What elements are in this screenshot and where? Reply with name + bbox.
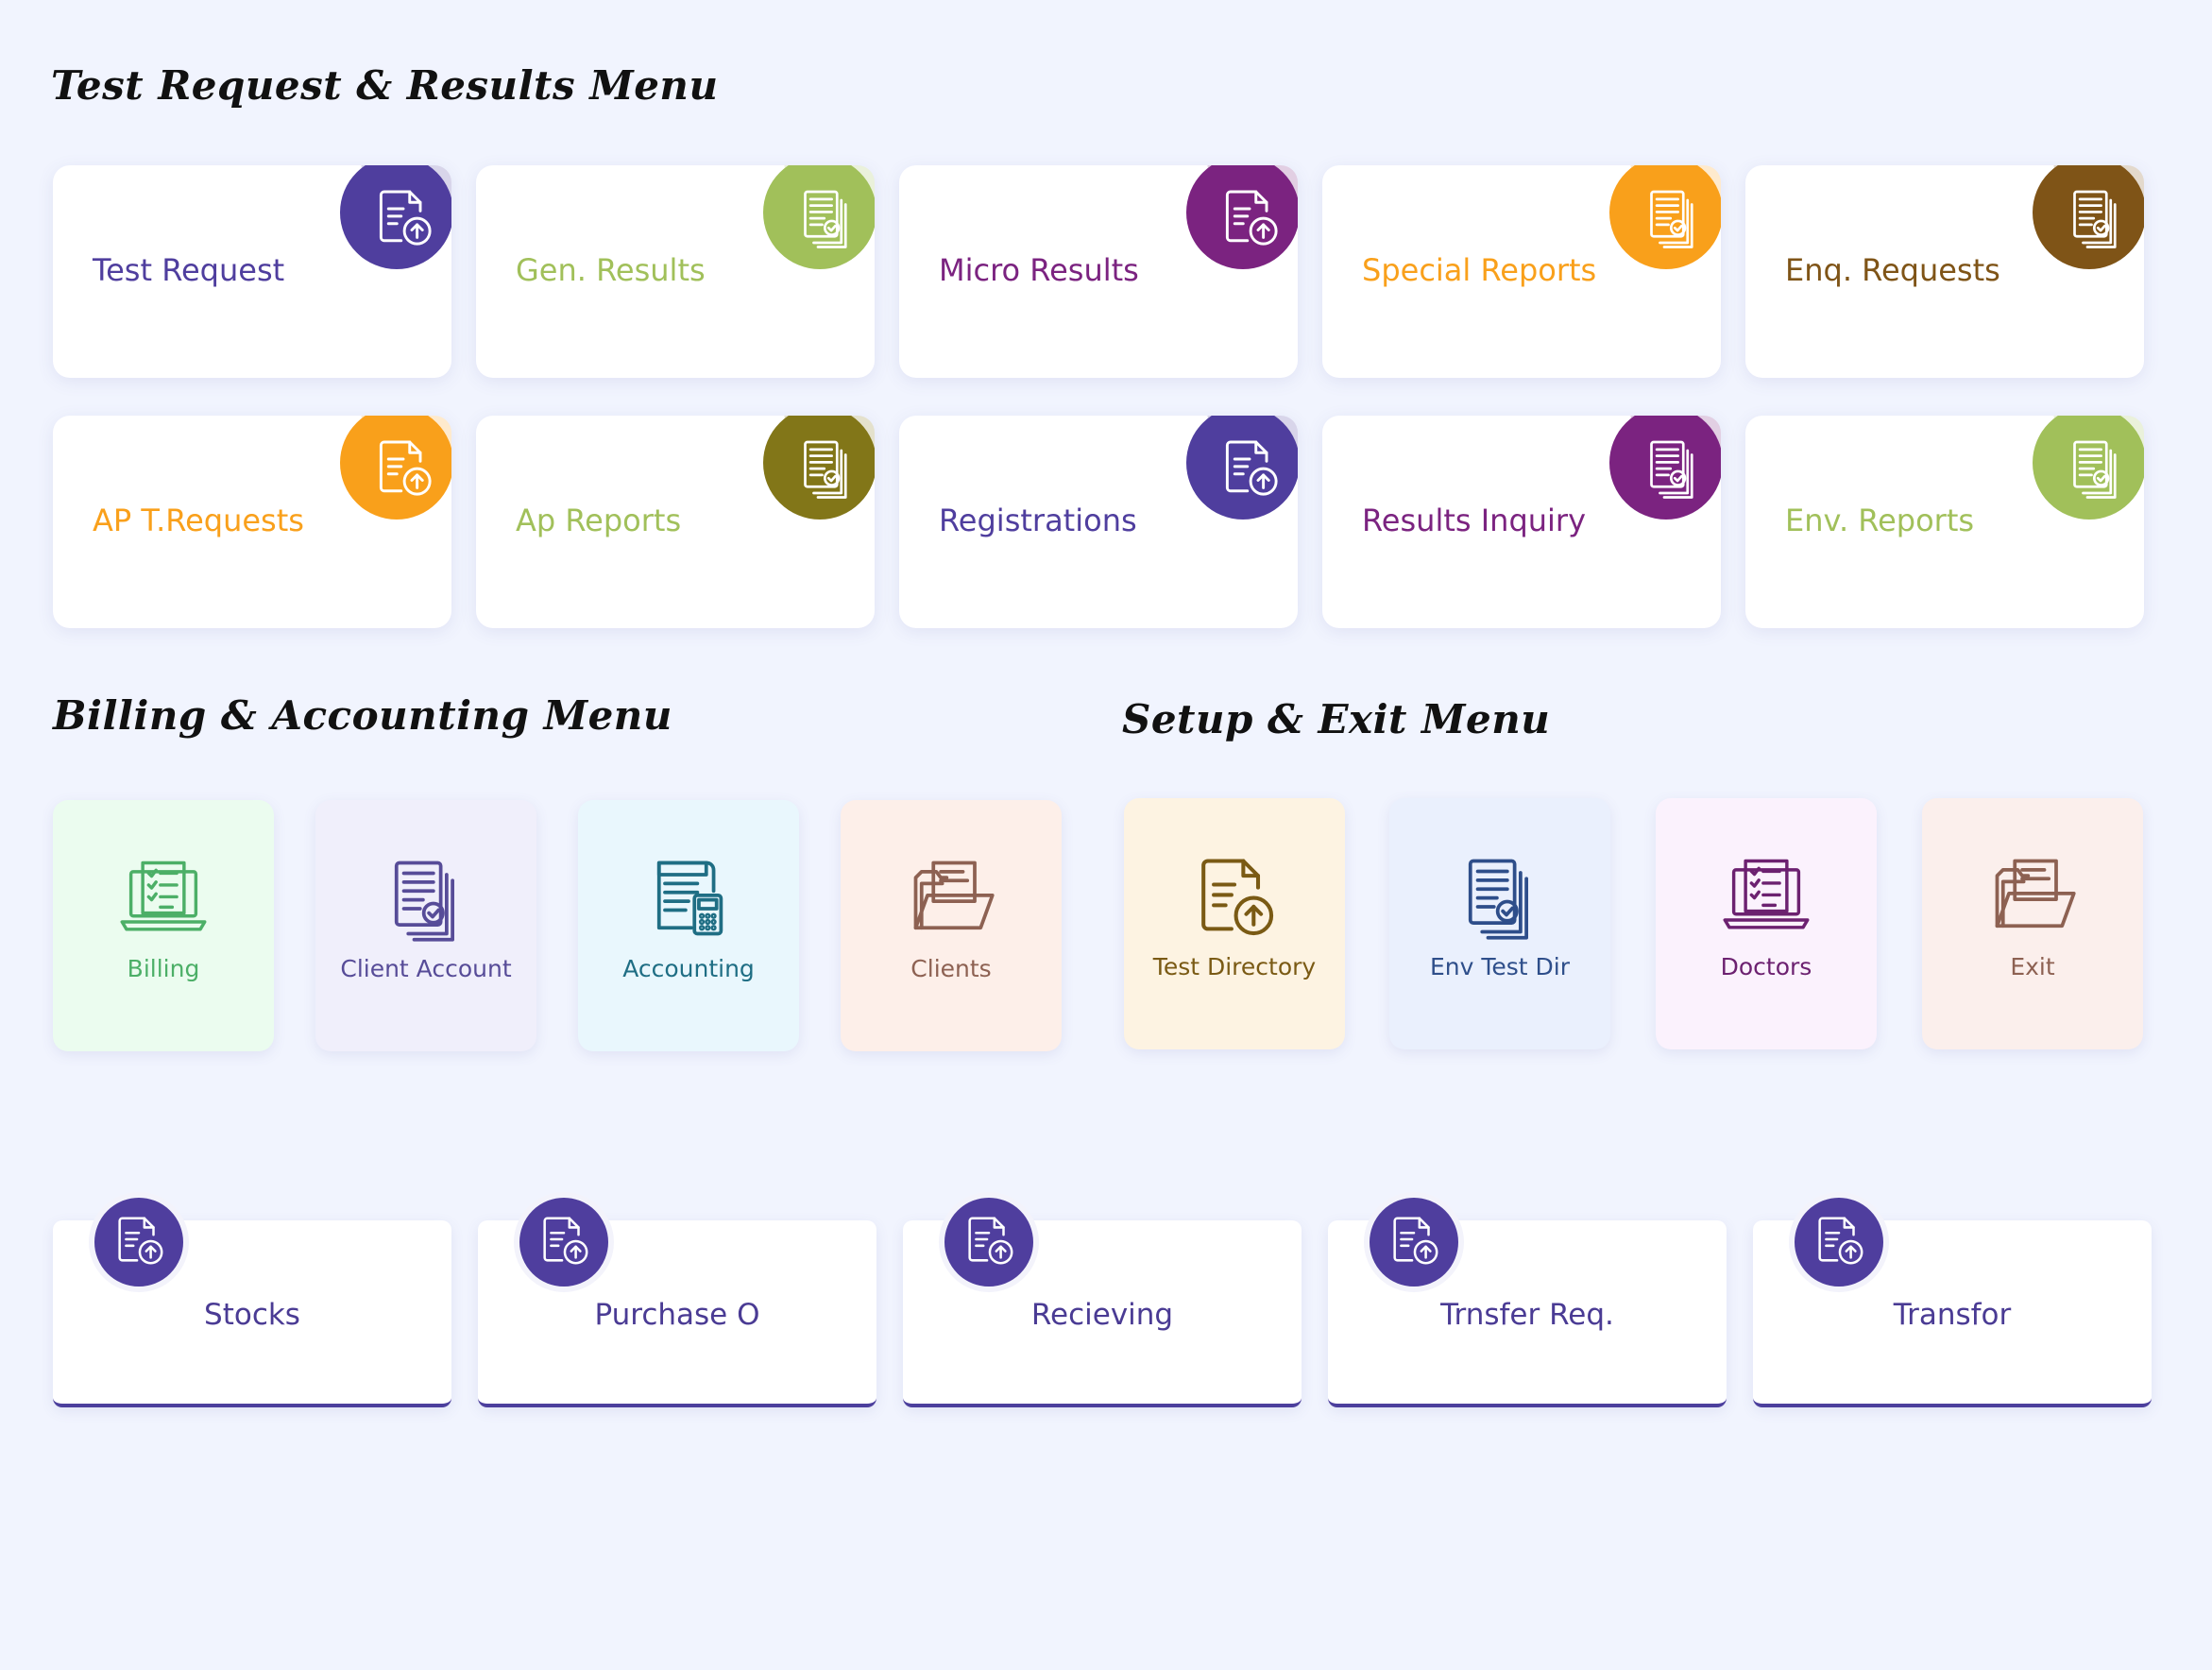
- documents-check-icon: [2062, 183, 2130, 255]
- menu-card-enq-requests[interactable]: Enq. Requests: [1745, 165, 2144, 378]
- inventory-card-recieving[interactable]: Recieving: [903, 1192, 1302, 1407]
- card-icon-circle: [2033, 416, 2144, 520]
- tile-label: Accounting: [622, 955, 755, 982]
- documents-check-icon: [1443, 840, 1557, 953]
- tile-label: Clients: [910, 955, 992, 982]
- card-icon-circle: [1186, 165, 1298, 269]
- document-upload-icon: [369, 434, 437, 505]
- test-menu-title: Test Request & Results Menu: [51, 62, 719, 109]
- inventory-card-trnsfer-req[interactable]: Trnsfer Req.: [1328, 1192, 1727, 1407]
- open-folder-icon: [894, 842, 1008, 955]
- document-upload-icon: [535, 1211, 593, 1273]
- inventory-card-label: Stocks: [204, 1298, 300, 1332]
- billing-tile-client-account[interactable]: Client Account: [315, 800, 536, 1051]
- card-icon-circle: [340, 165, 451, 269]
- inventory-card-transfor[interactable]: Transfor: [1753, 1192, 2152, 1407]
- inventory-card-label: Purchase O: [594, 1298, 760, 1332]
- setup-tile-exit[interactable]: Exit: [1922, 798, 2143, 1049]
- menu-card-label: Env. Reports: [1785, 503, 1975, 538]
- document-upload-icon: [1385, 1211, 1443, 1273]
- tile-label: Billing: [127, 955, 200, 982]
- menu-card-ap-reports[interactable]: Ap Reports: [476, 416, 875, 628]
- card-icon-circle: [763, 165, 875, 269]
- card-icon-circle: [1609, 416, 1721, 520]
- menu-card-ap-t-requests[interactable]: AP T.Requests: [53, 416, 451, 628]
- menu-card-special-reports[interactable]: Special Reports: [1322, 165, 1721, 378]
- document-upload-icon: [1216, 434, 1284, 505]
- documents-check-icon: [1639, 434, 1707, 505]
- inventory-badge: [514, 1192, 614, 1292]
- inventory-badge: [89, 1192, 189, 1292]
- menu-card-label: Results Inquiry: [1362, 503, 1587, 538]
- menu-card-label: Ap Reports: [516, 503, 682, 538]
- inventory-card-purchase-o[interactable]: Purchase O: [478, 1192, 876, 1407]
- document-upload-icon: [1178, 840, 1291, 953]
- menu-card-gen-results[interactable]: Gen. Results: [476, 165, 875, 378]
- menu-card-label: Micro Results: [939, 252, 1139, 288]
- menu-card-registrations[interactable]: Registrations: [899, 416, 1298, 628]
- laptop-checklist-icon: [1710, 840, 1823, 953]
- setup-tile-env-test-dir[interactable]: Env Test Dir: [1389, 798, 1610, 1049]
- menu-card-test-request[interactable]: Test Request: [53, 165, 451, 378]
- tile-label: Test Directory: [1152, 953, 1317, 980]
- document-upload-icon: [110, 1211, 168, 1273]
- documents-check-icon: [2062, 434, 2130, 505]
- card-icon-circle: [763, 416, 875, 520]
- inventory-card-label: Trnsfer Req.: [1440, 1298, 1614, 1332]
- menu-card-label: AP T.Requests: [93, 503, 304, 538]
- menu-card-label: Test Request: [93, 252, 285, 288]
- tile-label: Exit: [2010, 953, 2055, 980]
- tile-label: Client Account: [340, 955, 512, 982]
- setup-tile-test-directory[interactable]: Test Directory: [1124, 798, 1345, 1049]
- document-upload-icon: [1216, 183, 1284, 255]
- menu-card-label: Registrations: [939, 503, 1137, 538]
- menu-card-label: Enq. Requests: [1785, 252, 2000, 288]
- menu-card-results-inquiry[interactable]: Results Inquiry: [1322, 416, 1721, 628]
- menu-card-env-reports[interactable]: Env. Reports: [1745, 416, 2144, 628]
- setup-tile-doctors[interactable]: Doctors: [1656, 798, 1877, 1049]
- document-upload-icon: [369, 183, 437, 255]
- menu-card-label: Gen. Results: [516, 252, 706, 288]
- laptop-checklist-icon: [107, 842, 220, 955]
- tile-label: Env Test Dir: [1429, 953, 1571, 980]
- document-upload-icon: [1810, 1211, 1868, 1273]
- open-folder-icon: [1976, 840, 2089, 953]
- invoice-calculator-icon: [632, 842, 745, 955]
- card-icon-circle: [340, 416, 451, 520]
- billing-menu-title: Billing & Accounting Menu: [53, 692, 672, 739]
- documents-check-icon: [1639, 183, 1707, 255]
- menu-card-label: Special Reports: [1362, 252, 1597, 288]
- inventory-card-stocks[interactable]: Stocks: [53, 1192, 451, 1407]
- documents-check-icon: [369, 842, 483, 955]
- documents-check-icon: [792, 434, 860, 505]
- billing-tile-accounting[interactable]: Accounting: [578, 800, 799, 1051]
- billing-tile-clients[interactable]: Clients: [841, 800, 1062, 1051]
- setup-menu-title: Setup & Exit Menu: [1122, 696, 1551, 742]
- inventory-badge: [939, 1192, 1039, 1292]
- tile-label: Doctors: [1720, 953, 1812, 980]
- inventory-badge: [1789, 1192, 1889, 1292]
- inventory-card-label: Recieving: [1030, 1298, 1174, 1332]
- documents-check-icon: [792, 183, 860, 255]
- document-upload-icon: [960, 1211, 1018, 1273]
- menu-card-micro-results[interactable]: Micro Results: [899, 165, 1298, 378]
- card-icon-circle: [2033, 165, 2144, 269]
- billing-tile-billing[interactable]: Billing: [53, 800, 274, 1051]
- card-icon-circle: [1186, 416, 1298, 520]
- inventory-card-label: Transfor: [1893, 1298, 2012, 1332]
- card-icon-circle: [1609, 165, 1721, 269]
- inventory-badge: [1364, 1192, 1464, 1292]
